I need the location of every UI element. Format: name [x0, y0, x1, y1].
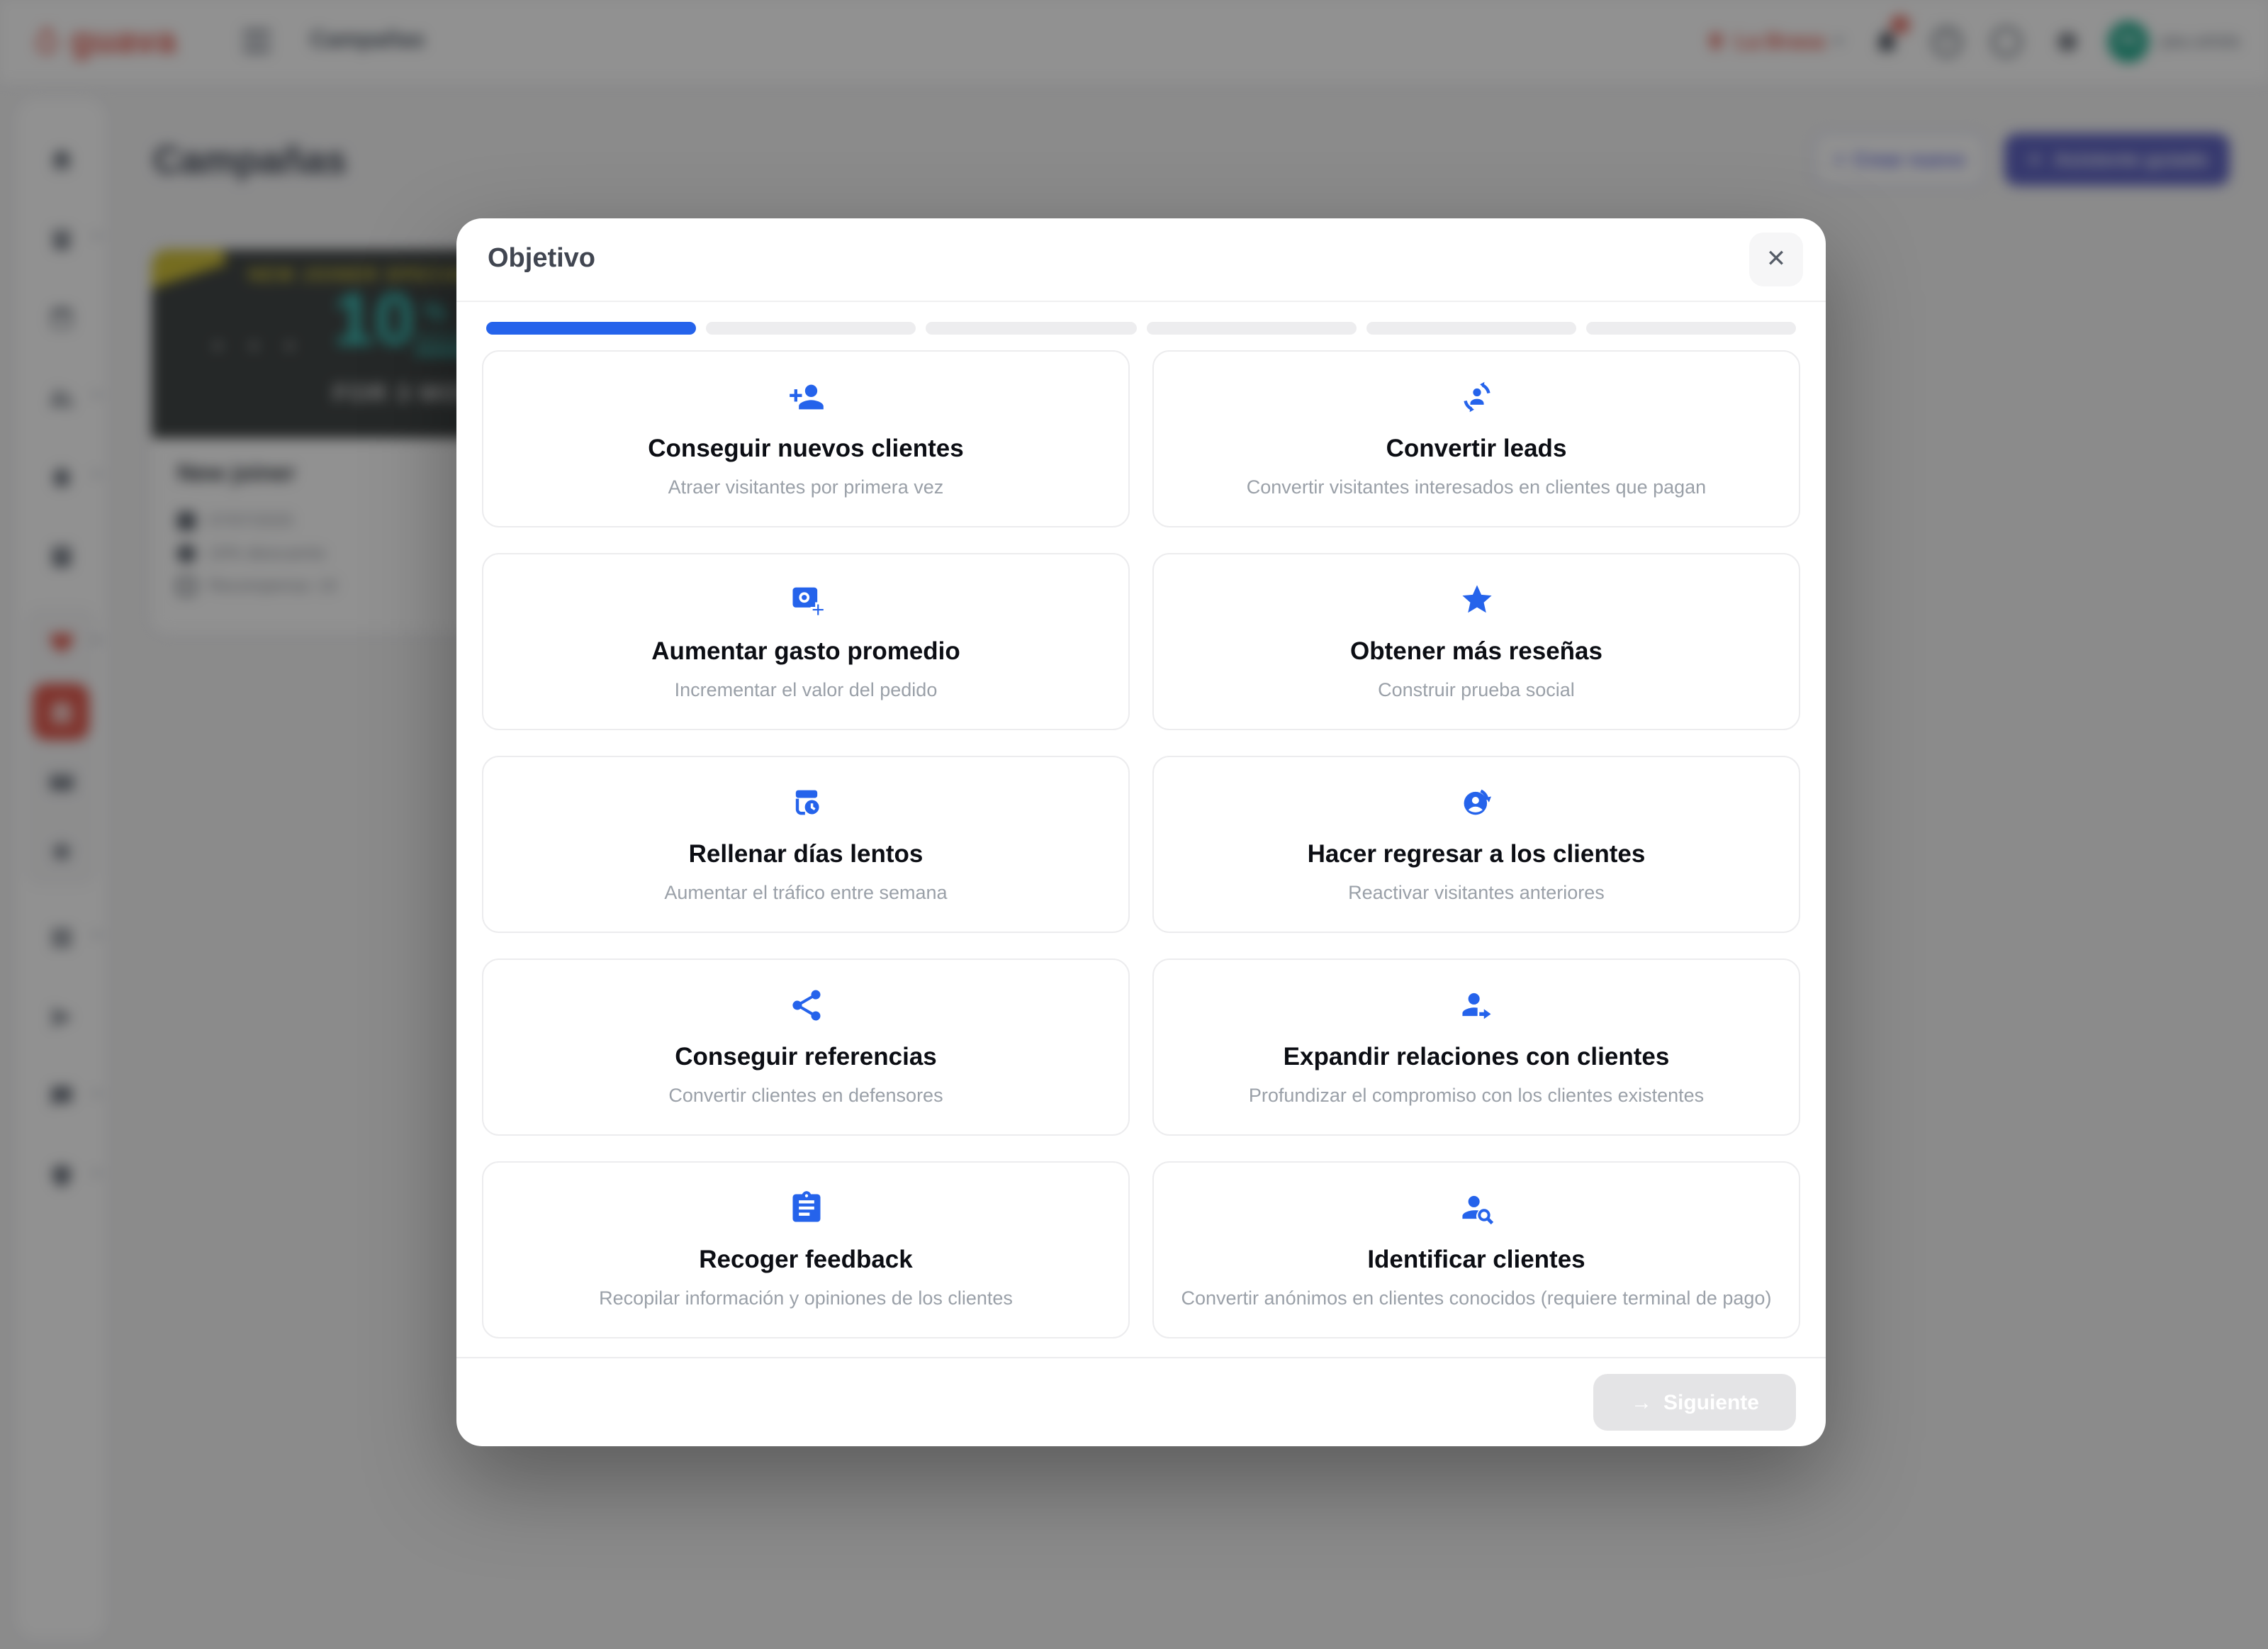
option-subtitle: Atraer visitantes por primera vez — [668, 476, 944, 499]
add-card-icon — [787, 581, 824, 620]
next-button[interactable]: → Siguiente — [1594, 1374, 1796, 1431]
progress-step-5 — [1366, 322, 1576, 335]
objective-option-8[interactable]: Expandir relaciones con clientes Profund… — [1152, 958, 1800, 1136]
arrow-right-icon: → — [1631, 1390, 1652, 1414]
progress-step-3 — [926, 322, 1136, 335]
progress-step-6 — [1586, 322, 1796, 335]
option-subtitle: Convertir clientes en defensores — [668, 1085, 943, 1107]
objective-option-9[interactable]: Recoger feedback Recopilar información y… — [482, 1161, 1130, 1338]
person-arrow-icon — [1458, 987, 1495, 1025]
option-title: Aumentar gasto promedio — [651, 638, 960, 666]
option-title: Obtener más reseñas — [1350, 638, 1602, 666]
option-title: Convertir leads — [1386, 435, 1567, 463]
option-subtitle: Profundizar el compromiso con los client… — [1249, 1085, 1704, 1107]
person-refresh-icon — [1458, 784, 1495, 822]
clipboard-icon — [787, 1190, 824, 1228]
progress-step-4 — [1146, 322, 1356, 335]
option-subtitle: Aumentar el tráfico entre semana — [664, 882, 947, 905]
person-search-icon — [1458, 1190, 1495, 1228]
objective-option-5[interactable]: Rellenar días lentos Aumentar el tráfico… — [482, 756, 1130, 933]
option-title: Identificar clientes — [1367, 1246, 1585, 1274]
share-icon — [787, 987, 824, 1025]
person-sync-icon — [1458, 379, 1495, 417]
close-button[interactable]: ✕ — [1749, 233, 1803, 286]
option-title: Rellenar días lentos — [689, 841, 924, 868]
modal-header: Objetivo ✕ — [456, 218, 1826, 302]
objective-option-4[interactable]: Obtener más reseñas Construir prueba soc… — [1152, 553, 1800, 730]
option-title: Hacer regresar a los clientes — [1308, 841, 1646, 868]
wizard-progress — [456, 302, 1826, 335]
option-subtitle: Incrementar el valor del pedido — [675, 679, 938, 702]
star-blue-icon — [1458, 581, 1495, 620]
progress-step-1 — [486, 322, 696, 335]
objective-option-2[interactable]: Convertir leads Convertir visitantes int… — [1152, 350, 1800, 527]
option-subtitle: Convertir visitantes interesados en clie… — [1247, 476, 1706, 499]
calendar-clock-icon — [787, 784, 824, 822]
objective-option-6[interactable]: Hacer regresar a los clientes Reactivar … — [1152, 756, 1800, 933]
objective-option-3[interactable]: Aumentar gasto promedio Incrementar el v… — [482, 553, 1130, 730]
objective-option-7[interactable]: Conseguir referencias Convertir clientes… — [482, 958, 1130, 1136]
objective-modal: Objetivo ✕ Conseguir nuevos clientes Atr… — [456, 218, 1826, 1446]
option-title: Expandir relaciones con clientes — [1284, 1044, 1670, 1071]
option-subtitle: Recopilar información y opiniones de los… — [599, 1287, 1013, 1310]
option-subtitle: Construir prueba social — [1378, 679, 1575, 702]
option-title: Recoger feedback — [699, 1246, 913, 1274]
objective-options-grid: Conseguir nuevos clientes Atraer visitan… — [456, 335, 1826, 1338]
screen: guava Campañas La Brasa 1 ? — [0, 0, 2268, 1649]
objective-option-10[interactable]: Identificar clientes Convertir anónimos … — [1152, 1161, 1800, 1338]
person-add-icon — [787, 379, 824, 417]
option-title: Conseguir referencias — [675, 1044, 937, 1071]
objective-option-1[interactable]: Conseguir nuevos clientes Atraer visitan… — [482, 350, 1130, 527]
option-subtitle: Reactivar visitantes anteriores — [1348, 882, 1605, 905]
option-title: Conseguir nuevos clientes — [648, 435, 963, 463]
progress-step-2 — [706, 322, 916, 335]
option-subtitle: Convertir anónimos en clientes conocidos… — [1181, 1287, 1772, 1310]
close-icon: ✕ — [1766, 245, 1787, 274]
modal-footer: → Siguiente — [456, 1357, 1826, 1446]
modal-title: Objetivo — [488, 244, 595, 275]
